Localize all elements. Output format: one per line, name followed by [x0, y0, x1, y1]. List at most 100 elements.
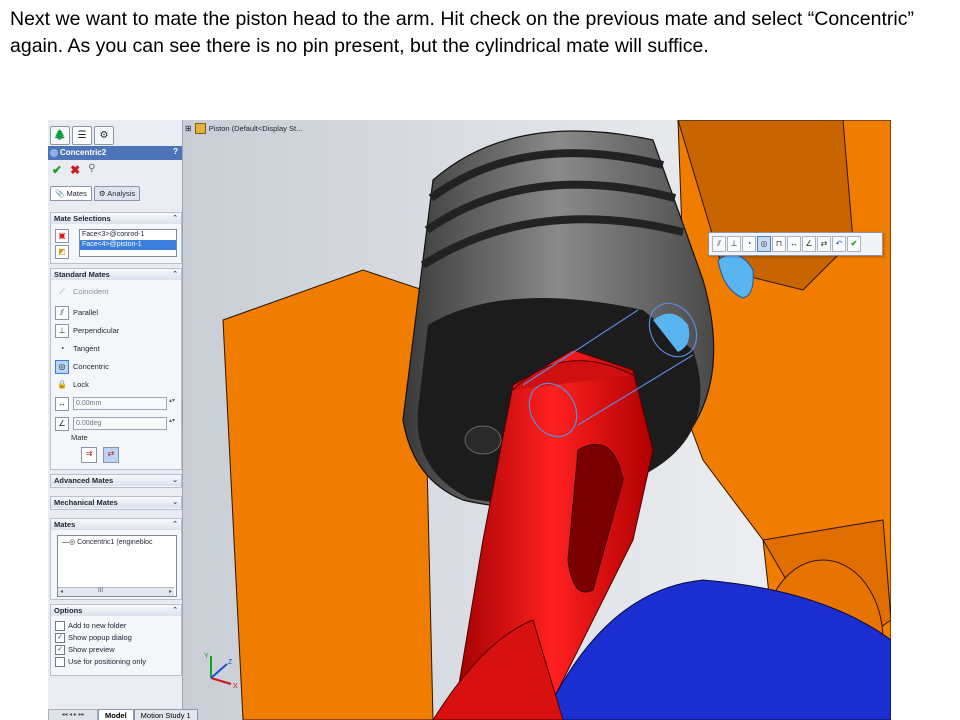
graphics-viewport[interactable]: ⊞ Piston (Default<Display St... ⫽ ⊥ ◔ ◎ … — [183, 120, 891, 720]
config-icon: ⚙ — [99, 130, 109, 141]
pm-actions: ✔ ✖ ⚲ — [52, 163, 95, 177]
tab-nav-arrows[interactable]: ◂◂ ◂ ▸ ▸▸ — [48, 709, 98, 720]
mate-lock[interactable]: 🔒 Lock — [55, 378, 89, 391]
entities-to-mate-icon: ▣ — [55, 229, 69, 243]
list-item[interactable]: —◎ Concentric1 (enginebloc — [58, 536, 176, 546]
checkbox-checked[interactable]: ✓ — [55, 644, 65, 655]
mate-tangent[interactable]: ◔ Tangent — [55, 342, 100, 355]
mate-selections-group: Mate Selections ⌃ ▣ ◩ Face<3>@conrod-1 F… — [50, 212, 182, 264]
distance-spinner[interactable]: ▴▾ — [169, 397, 177, 408]
option-use-for-positioning[interactable]: Use for positioning only — [55, 656, 146, 667]
pushpin-icon[interactable]: ⚲ — [88, 163, 95, 177]
expand-chevron-icon[interactable]: ⌄ — [172, 497, 178, 508]
aligned-icon[interactable]: ⇉ — [81, 447, 97, 463]
perpendicular-icon[interactable]: ⊥ — [727, 236, 741, 252]
scroll-thumb[interactable]: III — [98, 588, 103, 594]
expand-icon[interactable]: ⊞ — [185, 124, 192, 133]
manager-tabs: 🌲 ☰ ⚙ — [50, 126, 114, 145]
collapse-chevron-icon[interactable]: ⌃ — [172, 213, 178, 224]
angle-icon[interactable]: ∠ — [55, 417, 69, 431]
anti-aligned-icon[interactable]: ⇄ — [103, 447, 119, 463]
angle-spinner[interactable]: ▴▾ — [169, 417, 177, 428]
option-show-preview[interactable]: ✓ Show preview — [55, 644, 115, 655]
distance-icon[interactable]: ↔ — [787, 236, 801, 252]
collapse-chevron-icon[interactable]: ⌃ — [172, 519, 178, 530]
feature-tree-flyout[interactable]: ⊞ Piston (Default<Display St... — [185, 123, 302, 134]
ok-check-icon[interactable]: ✔ — [847, 236, 861, 252]
axis-y-label: Y — [204, 653, 209, 660]
tab-mates[interactable]: 📎 Mates — [50, 186, 92, 201]
angle-input[interactable]: 0.00deg — [73, 417, 167, 430]
scroll-left-icon[interactable]: ◂ — [60, 588, 63, 595]
scroll-right-icon[interactable]: ▸ — [169, 588, 172, 595]
coincident-icon: ⟋ — [59, 286, 65, 296]
property-manager-panel: 🌲 ☰ ⚙ Concentric2 ? ✔ ✖ ⚲ 📎 Mates ⚙ Anal… — [48, 120, 183, 720]
distance-icon[interactable]: ↔ — [55, 397, 69, 411]
mate-coincident[interactable]: ⟋ Coincident — [55, 285, 108, 298]
parallel-icon[interactable]: ⫽ — [712, 236, 726, 252]
tree-icon: 🌲 — [53, 130, 67, 141]
mate-parallel[interactable]: ⫽ Parallel — [55, 305, 98, 320]
mate-alignment-label: Mate — [71, 433, 88, 442]
tangent-icon: ◔ — [59, 344, 65, 353]
option-show-popup-dialog[interactable]: ✓ Show popup dialog — [55, 632, 132, 643]
advanced-mates-group: Advanced Mates ⌄ — [50, 474, 182, 488]
collapse-chevron-icon[interactable]: ⌃ — [172, 269, 178, 280]
option-add-to-new-folder[interactable]: Add to new folder — [55, 620, 126, 631]
lock-icon[interactable]: ⊓ — [772, 236, 786, 252]
concentric-title-icon — [50, 149, 58, 157]
selection-item[interactable]: Face<4>@piston-1 — [80, 240, 176, 250]
flip-alignment-icon[interactable]: ⇄ — [817, 236, 831, 252]
select-other-icon: ◩ — [55, 245, 69, 259]
expand-chevron-icon[interactable]: ⌄ — [172, 475, 178, 486]
parallel-icon: ⫽ — [55, 305, 69, 320]
mate-selections-header[interactable]: Mate Selections ⌃ — [51, 213, 181, 224]
checkbox[interactable] — [55, 620, 65, 631]
config-manager-tab[interactable]: ⚙ — [94, 126, 114, 145]
slide-caption: Next we want to mate the piston head to … — [10, 8, 914, 57]
engine-block-left-wall — [222, 269, 434, 720]
tab-motion-study-1[interactable]: Motion Study 1 — [133, 709, 198, 720]
advanced-mates-header[interactable]: Advanced Mates ⌄ — [51, 475, 181, 486]
mates-group: Mates ⌃ —◎ Concentric1 (enginebloc ◂ III… — [50, 518, 182, 600]
mate-popup-toolbar: ⫽ ⊥ ◔ ◎ ⊓ ↔ ∠ ⇄ ↶ ✔ — [708, 232, 883, 256]
pm-subtabs: 📎 Mates ⚙ Analysis — [50, 186, 141, 201]
angle-icon[interactable]: ∠ — [802, 236, 816, 252]
property-manager-tab[interactable]: ☰ — [72, 126, 92, 145]
bottom-tab-bar: ◂◂ ◂ ▸ ▸▸ Model Motion Study 1 — [48, 709, 248, 720]
mate-alignment-buttons: ⇉ ⇄ — [81, 447, 119, 465]
standard-mates-group: Standard Mates ⌃ ⟋ Coincident ⫽ Parallel… — [50, 268, 182, 470]
concentric-icon: ◎ — [55, 359, 69, 374]
tab-analysis[interactable]: ⚙ Analysis — [93, 186, 141, 201]
collapse-chevron-icon[interactable]: ⌃ — [172, 605, 178, 616]
undo-icon[interactable]: ↶ — [832, 236, 846, 252]
checkbox[interactable] — [55, 656, 65, 667]
help-button[interactable]: ? — [173, 147, 178, 156]
mate-concentric[interactable]: ◎ Concentric — [55, 359, 109, 374]
pm-title: Concentric2 — [60, 148, 107, 157]
distance-input[interactable]: 0.00mm — [73, 397, 167, 410]
cancel-x-icon[interactable]: ✖ — [70, 163, 80, 177]
mate-perpendicular[interactable]: ⊥ Perpendicular — [55, 323, 119, 338]
standard-mates-header[interactable]: Standard Mates ⌃ — [51, 269, 181, 280]
lock-icon: 🔒 — [57, 380, 67, 389]
pm-title-bar: Concentric2 ? — [48, 146, 182, 160]
checkbox-checked[interactable]: ✓ — [55, 632, 65, 643]
concentric-icon[interactable]: ◎ — [757, 236, 771, 252]
mates-header[interactable]: Mates ⌃ — [51, 519, 181, 530]
mechanical-mates-group: Mechanical Mates ⌄ — [50, 496, 182, 510]
feature-manager-tab[interactable]: 🌲 — [50, 126, 70, 145]
options-group: Options ⌃ Add to new folder ✓ Show popup… — [50, 604, 182, 676]
tab-model[interactable]: Model — [98, 709, 134, 720]
options-header[interactable]: Options ⌃ — [51, 605, 181, 616]
mechanical-mates-header[interactable]: Mechanical Mates ⌄ — [51, 497, 181, 508]
axis-z-label: Z — [228, 659, 233, 666]
reference-triad-icon: Y X Z — [204, 653, 238, 690]
axis-x-label: X — [233, 683, 238, 690]
ok-check-icon[interactable]: ✔ — [52, 163, 62, 177]
tangent-icon[interactable]: ◔ — [742, 236, 756, 252]
mates-list[interactable]: —◎ Concentric1 (enginebloc ◂ III ▸ — [57, 535, 177, 597]
selection-item[interactable]: Face<3>@conrod-1 — [80, 230, 176, 240]
horizontal-scrollbar[interactable]: ◂ III ▸ — [58, 587, 174, 596]
mate-selections-list[interactable]: Face<3>@conrod-1 Face<4>@piston-1 — [79, 229, 177, 257]
